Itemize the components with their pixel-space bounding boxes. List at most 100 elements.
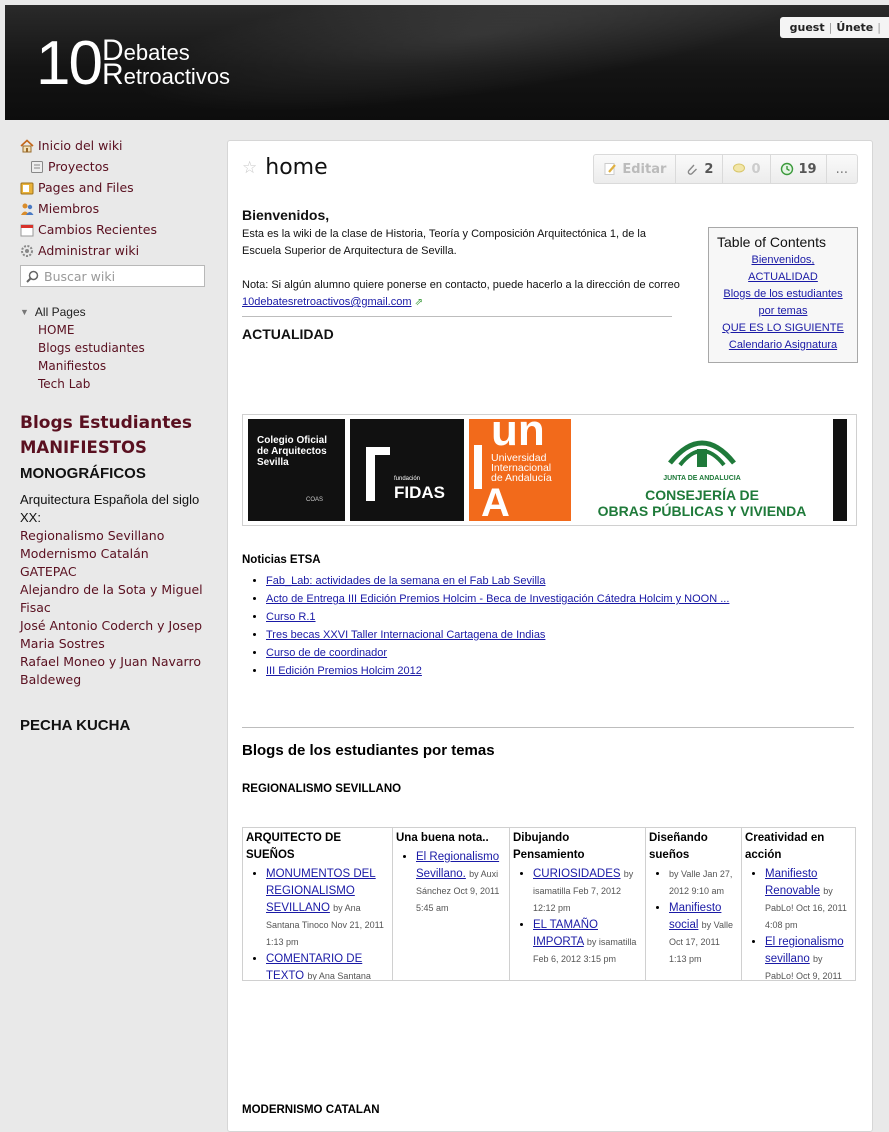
news-link[interactable]: III Edición Premios Holcim 2012 [266,665,422,677]
blogs-estudiantes-link[interactable]: Blogs Estudiantes [20,411,220,435]
mono-link[interactable]: Rafael Moneo y Juan Navarro Baldeweg [20,653,220,689]
page-title-row: ☆ home [242,155,328,180]
comments-button[interactable]: 0 [723,155,771,183]
toc-link[interactable]: ACTUALIDAD [717,269,849,286]
more-label: ... [835,161,848,177]
tree-root[interactable]: ▼ All Pages [20,303,220,321]
nav-pages-files[interactable]: Pages and Files [20,177,220,198]
search-input[interactable]: Buscar wiki [20,265,205,287]
junta-arch-icon [668,440,736,467]
post-link[interactable]: El regionalismo sevillano [765,936,844,965]
toc-title: Table of Contents [717,234,826,250]
members-icon [20,202,34,216]
blog-column: Una buena nota.. El Regionalismo Sevilla… [393,828,510,980]
links-button[interactable]: 2 [676,155,724,183]
news-item: Tres becas XXVI Taller Internacional Car… [266,626,858,644]
star-icon[interactable]: ☆ [242,158,257,178]
news-item: III Edición Premios Holcim 2012 [266,662,858,680]
blog-column: Diseñando sueños by Valle Jan 27, 2012 9… [646,828,742,980]
nav-cambios-label: Cambios Recientes [38,222,157,237]
blog-post: EL TAMAÑO IMPORTA by isamatilla Feb 6, 2… [533,917,643,968]
user-bar: guest | Únete | [779,17,889,38]
comments-count: 0 [751,161,761,177]
tree-item-home[interactable]: HOME [20,321,220,339]
more-button[interactable]: ... [827,155,857,183]
welcome-heading: Bienvenidos, [242,207,330,223]
nav-cambios-recientes[interactable]: Cambios Recientes [20,219,220,240]
blog-post: El Regionalismo Sevillano. by Auxi Sánch… [416,849,507,917]
edit-button[interactable]: Editar [594,155,677,183]
mono-link[interactable]: Regionalismo Sevillano [20,527,220,545]
mono-link[interactable]: Modernismo Catalán [20,545,220,563]
blogs-heading: Blogs de los estudiantes por temas [242,742,495,759]
coas-logo[interactable]: Colegio Oficial de Arquitectos Sevilla C… [248,419,345,521]
main-content-card: ☆ home Editar 2 0 19 ... Bienvenidos, Es… [227,140,873,1132]
news-link[interactable]: Curso R.1 [266,611,316,623]
manifiestos-link[interactable]: MANIFIESTOS [20,435,220,461]
blog-post: Manifiesto social by Valle Oct 17, 2011 … [669,900,739,968]
unia-logo[interactable]: un Universidad Internacional de Andalucí… [469,419,571,521]
gear-icon [20,244,34,258]
pecha-kucha-heading[interactable]: PECHA KUCHA [20,717,220,734]
blog-title[interactable]: Diseñando sueños [649,830,739,864]
tree-item-techlab[interactable]: Tech Lab [20,375,220,393]
blog-title[interactable]: ARQUITECTO DE SUEÑOS [246,830,390,864]
junta-text: JUNTA DE ANDALUCIA [663,475,741,482]
mono-link[interactable]: GATEPAC [20,563,220,581]
revisions-count: 19 [798,161,817,177]
nav-pages-files-label: Pages and Files [38,180,134,195]
tree-item-blogs[interactable]: Blogs estudiantes [20,339,220,357]
news-link[interactable]: Tres becas XXVI Taller Internacional Car… [266,629,545,641]
email-row: 10debatesretroactivos@gmail.com ⇗ [242,294,682,311]
post-link[interactable]: CURIOSIDADES [533,868,621,880]
page-tree: ▼ All Pages HOME Blogs estudiantes Manifi… [20,303,220,393]
nav-home[interactable]: Inicio del wiki [20,135,220,156]
nav-proyectos[interactable]: Proyectos [20,156,220,177]
blog-column: Dibujando Pensamiento CURIOSIDADES by is… [510,828,646,980]
collapse-icon[interactable]: ▼ [20,307,29,317]
news-link[interactable]: Curso de de coordinador [266,647,387,659]
logo-line-2: Retroactivos [102,58,231,91]
page-body: Bienvenidos, Esta es la wiki de la clase… [242,207,858,363]
paperclip-icon [688,164,698,175]
news-list: Fab_Lab: actividades de la semana en el … [242,572,858,680]
blog-title[interactable]: Creatividad en acción [745,830,853,864]
nav-administrar-label: Administrar wiki [38,243,140,258]
search-icon [26,270,39,283]
arq-espanola-text: Arquitectura Española del siglo XX: [20,492,200,525]
mono-link[interactable]: José Antonio Coderch y Josep Maria Sostr… [20,617,220,653]
news-link[interactable]: Acto de Entrega III Edición Premios Holc… [266,593,729,605]
junta-logo[interactable]: JUNTA DE ANDALUCIA CONSEJERÍA DE OBRAS P… [576,419,828,521]
partial-logo [833,419,847,521]
blog-post: CURIOSIDADES by isamatilla Feb 7, 2012 1… [533,866,643,917]
news-item: Fab_Lab: actividades de la semana en el … [266,572,858,590]
news-item: Curso de de coordinador [266,644,858,662]
toc-link[interactable]: QUE ES LO SIGUIENTE [717,320,849,337]
welcome-text: Esta es la wiki de la clase de Historia,… [242,228,646,257]
coas-text: Colegio Oficial de Arquitectos Sevilla [257,435,328,468]
post-link[interactable]: Manifiesto Renovable [765,868,820,897]
news-item: Curso R.1 [266,608,858,626]
blog-title[interactable]: Una buena nota.. [396,830,507,847]
toc-link[interactable]: Bienvenidos, [717,252,849,269]
fidas-logo[interactable]: fundación FIDAS [350,419,464,521]
guest-link[interactable]: guest [790,21,825,34]
email-link[interactable]: 10debatesretroactivos@gmail.com [242,296,412,308]
nav-miembros[interactable]: Miembros [20,198,220,219]
toc-link[interactable]: Calendario Asignatura [717,337,849,354]
logo-number: 10 [36,29,103,98]
unia-name: Universidad Internacional de Andalucía [491,452,552,484]
news-link[interactable]: Fab_Lab: actividades de la semana en el … [266,575,545,587]
page-toolbar: Editar 2 0 19 ... [593,154,858,184]
nav-administrar[interactable]: Administrar wiki [20,240,220,261]
fidas-small: fundación [394,476,421,482]
unia-a: A [481,481,510,521]
revisions-button[interactable]: 19 [771,155,827,183]
blog-title[interactable]: Dibujando Pensamiento [513,830,643,864]
join-link[interactable]: Únete [836,21,873,34]
mono-link[interactable]: Alejandro de la Sota y Miguel Fisac [20,581,220,617]
nav-home-label: Inicio del wiki [38,138,123,153]
tree-item-manifiestos[interactable]: Manifiestos [20,357,220,375]
toc-link[interactable]: Blogs de los estudiantes por temas [717,286,849,320]
post-meta: by Valle Jan 27, 2012 9:10 am [669,869,733,896]
